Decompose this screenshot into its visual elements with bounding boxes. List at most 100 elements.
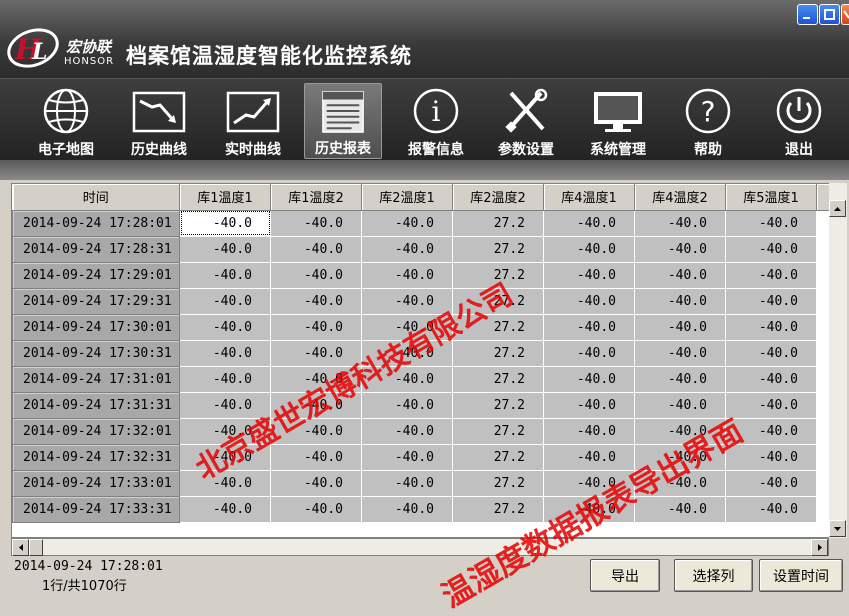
column-header[interactable]: 时间 bbox=[12, 184, 180, 211]
value-cell[interactable]: -40.0 bbox=[634, 288, 726, 315]
value-cell[interactable]: -40.0 bbox=[270, 340, 362, 367]
value-cell[interactable]: -40.0 bbox=[543, 340, 635, 367]
value-cell[interactable]: -40.0 bbox=[361, 444, 453, 471]
scroll-right-button[interactable] bbox=[811, 539, 828, 556]
table-row[interactable]: 2014-09-24 17:32:01 -40.0 -40.0 -40.0 27.2 -4… bbox=[12, 417, 843, 445]
value-cell[interactable]: -40.0 bbox=[634, 314, 726, 341]
value-cell[interactable]: -40.0 bbox=[634, 418, 726, 445]
value-cell[interactable]: -40.0 bbox=[725, 392, 817, 419]
table-row[interactable]: 2014-09-24 17:29:31 -40.0 -40.0 -40.0 27.2 -4… bbox=[12, 287, 843, 315]
value-cell[interactable]: -40.0 bbox=[361, 288, 453, 315]
scroll-thumb[interactable] bbox=[29, 539, 43, 556]
value-cell[interactable]: 27.2 bbox=[452, 470, 544, 497]
value-cell[interactable]: -40.0 bbox=[543, 496, 635, 523]
value-cell[interactable]: -40.0 bbox=[270, 418, 362, 445]
scroll-left-button[interactable] bbox=[12, 539, 29, 556]
value-cell[interactable]: -40.0 bbox=[634, 262, 726, 289]
maximize-button[interactable] bbox=[819, 4, 840, 25]
value-cell[interactable]: -40.0 bbox=[361, 340, 453, 367]
value-cell[interactable]: 27.2 bbox=[452, 314, 544, 341]
value-cell[interactable]: -40.0 bbox=[179, 262, 271, 289]
value-cell[interactable]: -40.0 bbox=[634, 444, 726, 471]
value-cell[interactable]: -40.0 bbox=[361, 210, 453, 237]
value-cell[interactable]: -40.0 bbox=[179, 418, 271, 445]
value-cell[interactable]: -40.0 bbox=[543, 444, 635, 471]
value-cell[interactable]: -40.0 bbox=[179, 470, 271, 497]
column-header[interactable]: 库1温度2 bbox=[270, 184, 362, 211]
toolbar-history-curve[interactable]: 历史曲线 bbox=[117, 83, 201, 159]
value-cell[interactable]: -40.0 bbox=[725, 262, 817, 289]
value-cell[interactable]: -40.0 bbox=[543, 288, 635, 315]
value-cell[interactable]: -40.0 bbox=[361, 236, 453, 263]
toolbar-electronic-map[interactable]: 电子地图 bbox=[24, 83, 108, 159]
value-cell[interactable]: -40.0 bbox=[361, 392, 453, 419]
toolbar-realtime-curve[interactable]: 实时曲线 bbox=[211, 83, 295, 159]
value-cell[interactable]: -40.0 bbox=[270, 366, 362, 393]
column-header[interactable]: 库4温度1 bbox=[543, 184, 635, 211]
value-cell[interactable]: 27.2 bbox=[452, 288, 544, 315]
history-report-grid[interactable]: 时间 库1温度1 库1温度2 库2温度1 库2温度2 库4温度1 库4温度2 库… bbox=[11, 183, 847, 538]
table-row[interactable]: 2014-09-24 17:31:31 -40.0 -40.0 -40.0 27.2 -4… bbox=[12, 391, 843, 419]
value-cell[interactable]: -40.0 bbox=[361, 496, 453, 523]
value-cell[interactable]: -40.0 bbox=[179, 340, 271, 367]
value-cell[interactable]: -40.0 bbox=[725, 496, 817, 523]
table-row[interactable]: 2014-09-24 17:33:31 -40.0 -40.0 -40.0 27.2 -4… bbox=[12, 495, 843, 523]
row-time-cell[interactable]: 2014-09-24 17:33:01 bbox=[12, 469, 180, 497]
value-cell[interactable]: -40.0 bbox=[270, 288, 362, 315]
value-cell[interactable]: 27.2 bbox=[452, 236, 544, 263]
value-cell[interactable]: 27.2 bbox=[452, 496, 544, 523]
toolbar-parameter-settings[interactable]: 参数设置 bbox=[484, 83, 568, 159]
column-header[interactable]: 库1温度1 bbox=[179, 184, 271, 211]
value-cell[interactable]: -40.0 bbox=[725, 314, 817, 341]
value-cell[interactable]: -40.0 bbox=[725, 236, 817, 263]
value-cell[interactable]: -40.0 bbox=[270, 496, 362, 523]
value-cell[interactable]: -40.0 bbox=[543, 470, 635, 497]
scroll-down-button[interactable] bbox=[829, 520, 846, 537]
column-header[interactable]: 库5温度1 bbox=[725, 184, 817, 211]
value-cell[interactable]: 27.2 bbox=[452, 210, 544, 237]
value-cell[interactable]: -40.0 bbox=[270, 314, 362, 341]
column-header[interactable]: 库4温度2 bbox=[634, 184, 726, 211]
row-time-cell[interactable]: 2014-09-24 17:28:01 bbox=[12, 209, 180, 237]
set-time-button[interactable]: 设置时间 bbox=[759, 559, 843, 592]
value-cell[interactable]: -40.0 bbox=[543, 210, 635, 237]
value-cell[interactable]: -40.0 bbox=[361, 366, 453, 393]
table-row[interactable]: 2014-09-24 17:30:01 -40.0 -40.0 -40.0 27.2 -4… bbox=[12, 313, 843, 341]
value-cell[interactable]: -40.0 bbox=[179, 314, 271, 341]
column-header[interactable]: 库2温度2 bbox=[452, 184, 544, 211]
table-row[interactable]: 2014-09-24 17:28:31 -40.0 -40.0 -40.0 27.2 -4… bbox=[12, 235, 843, 263]
value-cell[interactable]: -40.0 bbox=[543, 418, 635, 445]
minimize-button[interactable] bbox=[797, 4, 818, 25]
export-button[interactable]: 导出 bbox=[590, 559, 660, 592]
value-cell[interactable]: -40.0 bbox=[361, 470, 453, 497]
column-header[interactable]: 库2温度1 bbox=[361, 184, 453, 211]
value-cell[interactable]: 27.2 bbox=[452, 392, 544, 419]
value-cell[interactable]: -40.0 bbox=[179, 236, 271, 263]
toolbar-exit[interactable]: 退出 bbox=[757, 83, 841, 159]
table-row[interactable]: 2014-09-24 17:28:01 -40.0 -40.0 -40.0 27.2 -4… bbox=[12, 209, 843, 237]
value-cell[interactable]: -40.0 bbox=[725, 418, 817, 445]
table-row[interactable]: 2014-09-24 17:30:31 -40.0 -40.0 -40.0 27.2 -4… bbox=[12, 339, 843, 367]
value-cell[interactable]: -40.0 bbox=[179, 366, 271, 393]
value-cell[interactable]: -40.0 bbox=[179, 444, 271, 471]
value-cell[interactable]: -40.0 bbox=[270, 262, 362, 289]
scroll-up-button[interactable] bbox=[829, 200, 846, 217]
row-time-cell[interactable]: 2014-09-24 17:31:01 bbox=[12, 365, 180, 393]
value-cell[interactable]: -40.0 bbox=[270, 236, 362, 263]
horizontal-scrollbar[interactable] bbox=[11, 538, 829, 556]
value-cell[interactable]: -40.0 bbox=[361, 262, 453, 289]
value-cell[interactable]: -40.0 bbox=[543, 392, 635, 419]
value-cell[interactable]: -40.0 bbox=[725, 288, 817, 315]
value-cell[interactable]: -40.0 bbox=[361, 314, 453, 341]
value-cell[interactable]: -40.0 bbox=[361, 418, 453, 445]
value-cell[interactable]: -40.0 bbox=[725, 470, 817, 497]
value-cell[interactable]: -40.0 bbox=[634, 340, 726, 367]
value-cell[interactable]: -40.0 bbox=[179, 210, 271, 237]
value-cell[interactable]: -40.0 bbox=[543, 262, 635, 289]
value-cell[interactable]: -40.0 bbox=[179, 496, 271, 523]
row-time-cell[interactable]: 2014-09-24 17:30:31 bbox=[12, 339, 180, 367]
table-row[interactable]: 2014-09-24 17:33:01 -40.0 -40.0 -40.0 27.2 -4… bbox=[12, 469, 843, 497]
value-cell[interactable]: -40.0 bbox=[634, 236, 726, 263]
value-cell[interactable]: -40.0 bbox=[270, 392, 362, 419]
value-cell[interactable]: -40.0 bbox=[634, 470, 726, 497]
